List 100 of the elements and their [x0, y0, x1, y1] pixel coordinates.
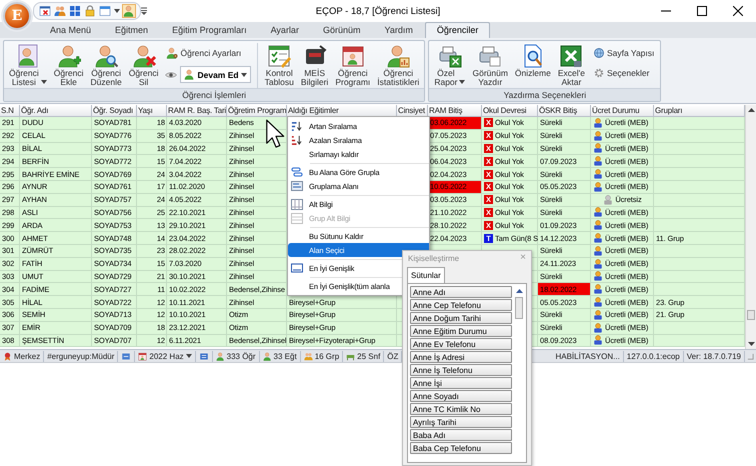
coin-person-icon: [593, 310, 603, 320]
ribbon-button[interactable]: Kontrol Tablosu: [262, 43, 297, 88]
globe-icon: [592, 47, 605, 59]
field-item[interactable]: Anne Soyadı: [410, 390, 512, 402]
ribbon-button[interactable]: Öğrenci Düzenle: [88, 43, 125, 88]
field-item[interactable]: Anne İşi: [410, 377, 512, 389]
close-icon: [733, 6, 743, 16]
field-item[interactable]: Anne Adı: [410, 286, 512, 298]
dropdown-caret-icon: [114, 9, 120, 13]
customize-toolbar-icon: [141, 7, 147, 15]
status-text: 333 Öğr: [226, 352, 256, 360]
ribbon-button[interactable]: Öğrenci Ekle: [50, 43, 87, 88]
ribbon-tab[interactable]: Yardım: [372, 22, 425, 38]
caret-icon: [459, 80, 466, 84]
coin-person-icon: [593, 233, 603, 244]
person-silhouette-icon: [603, 194, 614, 205]
group-panel-icon: [291, 181, 303, 191]
ribbon-tab[interactable]: Eğitim Programları: [160, 22, 259, 38]
ribbon-tab[interactable]: Ayarlar: [258, 22, 311, 38]
coin-person-icon: [593, 284, 603, 294]
person-icon: [262, 352, 272, 360]
ribbon-tab[interactable]: Görünüm: [310, 22, 372, 38]
cursor-icon: [266, 119, 286, 149]
group-footer-icon: [291, 212, 303, 224]
ribbon-button[interactable]: Öğrenci Sil: [126, 43, 162, 88]
status-dropdown[interactable]: Devam Ed: [180, 66, 251, 83]
ribbon-button[interactable]: Öğrenci İstatistikleri: [374, 43, 422, 88]
dialog-tab[interactable]: Sütunlar: [407, 267, 445, 283]
status-text: 127.0.0.1:ecop: [626, 352, 680, 360]
ribbon-button[interactable]: Özel Rapor: [431, 43, 468, 88]
scrollbar[interactable]: [745, 105, 756, 349]
status-text: #erguneyup:Müdür: [47, 352, 114, 360]
status-text: ÖZ: [387, 352, 398, 360]
ribbon-button[interactable]: Excel'e Aktar: [554, 43, 588, 88]
person-delete-icon: [132, 44, 156, 68]
field-item[interactable]: Baba Adı: [410, 429, 512, 441]
person-icon: [216, 352, 225, 360]
scroll-down-icon: [748, 342, 754, 346]
field-item[interactable]: Baba Cep Telefonu: [410, 442, 512, 454]
status-text: HABİLİTASYON...: [555, 352, 620, 360]
field-item[interactable]: Ayrılış Tarihi: [410, 416, 512, 428]
grid-icon: [69, 5, 81, 17]
coin-person-icon: [593, 220, 603, 230]
ribbon-tab[interactable]: Eğitmen: [103, 22, 160, 38]
person-icon: [123, 5, 135, 17]
window-icon: [99, 5, 111, 17]
status-text: 2022 Haz: [149, 352, 184, 360]
status-text: 16 Grp: [314, 352, 340, 360]
sort-descending-icon: [291, 134, 302, 146]
people-icon: [54, 5, 66, 17]
field-item[interactable]: Anne Eğitim Durumu: [410, 325, 512, 337]
window-title: EÇOP - 18,7 [Öğrenci Listesi]: [316, 6, 440, 16]
field-item[interactable]: Anne TC Kimlik No: [410, 403, 512, 415]
ribbon-button[interactable]: Görünüm Yazdır: [469, 43, 511, 88]
printer-sheet-icon: [438, 44, 462, 68]
caret-icon: [40, 80, 47, 84]
scroll-thumb[interactable]: [747, 310, 755, 320]
field-item[interactable]: Anne Cep Telefonu: [410, 299, 512, 311]
ribbon-button[interactable]: Öğrenci Listesi: [6, 43, 50, 88]
resize-grip-icon: [747, 352, 754, 360]
status-text: Merkez: [14, 352, 40, 360]
coin-person-icon: [593, 322, 603, 333]
ribbon-button[interactable]: MEİS Bilgileri: [298, 43, 332, 88]
ribbon-button[interactable]: Seçenekler: [592, 66, 656, 80]
scroll-thumb[interactable]: [515, 297, 523, 319]
scroll-up-icon: [748, 108, 754, 112]
checklist-icon: [267, 44, 292, 68]
field-item[interactable]: Anne İş Telefonu: [410, 364, 512, 376]
coin-person-icon: [593, 207, 603, 218]
window-close-icon: [39, 5, 51, 17]
ribbon-button[interactable]: Öğrenci Ayarları: [165, 46, 251, 60]
gear-icon: [592, 67, 605, 79]
caret-icon: [186, 354, 192, 358]
coin-person-icon: [593, 258, 603, 269]
coin-person-icon: [593, 335, 603, 346]
coin-person-icon: [593, 169, 603, 180]
printer-icon: [478, 44, 502, 68]
coin-person-icon: [593, 246, 603, 256]
ribbon-tab[interactable]: Öğrenciler: [424, 22, 490, 38]
ribbon-tab[interactable]: Ana Menü: [38, 22, 104, 38]
caret-icon: [240, 72, 247, 76]
ribbon-button[interactable]: Öğrenci Programı: [332, 43, 374, 88]
person-gear-icon: [166, 47, 178, 59]
ribbon-award-icon: [3, 352, 12, 360]
calendar-person-icon: [340, 44, 365, 68]
footer-icon: [291, 198, 303, 210]
ribbon-button[interactable]: Sayfa Yapısı: [592, 46, 656, 60]
status-text: Ver: 18.7.0.719: [686, 352, 741, 360]
coin-person-icon: [593, 297, 603, 308]
field-item[interactable]: Anne İş Adresi: [410, 351, 512, 363]
field-item[interactable]: Anne Ev Telefonu: [410, 338, 512, 350]
scroll-up-icon: [516, 289, 522, 293]
ribbon-button[interactable]: Önizleme: [512, 43, 554, 79]
status-text: 33 Eğt: [274, 352, 297, 360]
lock-icon: [84, 5, 96, 17]
field-item[interactable]: Anne Doğum Tarihi: [410, 312, 512, 324]
people-icon: [304, 352, 313, 360]
group-icon: [291, 167, 303, 177]
person-search-icon: [94, 44, 118, 68]
maximize-icon: [697, 6, 707, 16]
